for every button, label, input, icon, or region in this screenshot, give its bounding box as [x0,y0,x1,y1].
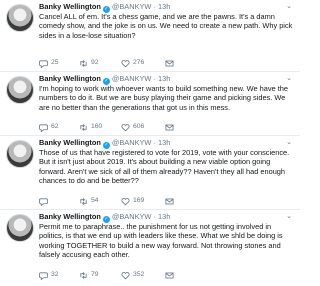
tweet-text: Cancel ALL of em. It's a chess game, and… [39,12,293,40]
tweet-actions: 32 79 352 [39,270,239,280]
author-handle[interactable]: @BANKYW [112,212,152,221]
separator-dot: · [151,212,158,221]
message-button[interactable] [165,270,177,280]
heart-icon [121,197,130,205]
message-button[interactable] [165,196,177,206]
retweet-button[interactable]: 160 [79,122,102,132]
tweet-text: Permit me to paraphrase.. the punishment… [39,222,283,259]
author-name[interactable]: Banky Wellington [39,212,101,221]
message-button[interactable] [165,58,177,68]
like-button[interactable]: 169 [121,196,144,206]
tweet[interactable]: Banky Wellington ✓ @BANKYW · 13h ⌄ Those o… [0,136,300,210]
retweet-count: 160 [91,123,103,130]
retweet-button[interactable]: 79 [79,270,99,280]
retweet-icon [80,197,87,205]
verified-badge-icon: ✓ [102,142,110,149]
tweet-body: Banky Wellington ✓ @BANKYW · 13h ⌄ Cancel … [39,2,294,40]
retweet-count: 79 [91,271,99,278]
like-button[interactable]: 276 [121,58,144,68]
like-button[interactable]: 352 [121,270,144,280]
tweet-timestamp[interactable]: 13h [158,212,170,221]
tweet-body: Banky Wellington ✓ @BANKYW · 13h ⌄ Those o… [39,138,294,185]
tweet-header: Banky Wellington ✓ @BANKYW · 13h ⌄ [39,212,294,223]
tweet-feed: Banky Wellington ✓ @BANKYW · 13h ⌄ Cancel … [0,0,300,286]
avatar[interactable] [6,214,34,242]
envelope-icon [165,198,174,204]
reply-count: 25 [51,59,59,66]
author-handle[interactable]: @BANKYW [112,74,152,83]
separator-dot: · [151,2,158,11]
tweet-header: Banky Wellington ✓ @BANKYW · 13h ⌄ [39,2,294,13]
reply-button[interactable]: 25 [39,58,59,68]
like-count: 606 [133,123,145,130]
author-name[interactable]: Banky Wellington [39,138,101,147]
envelope-icon [165,272,174,278]
heart-icon [121,59,130,67]
like-count: 169 [133,197,145,204]
verified-badge-icon: ✓ [102,216,110,223]
author-handle[interactable]: @BANKYW [112,138,152,147]
author-name[interactable]: Banky Wellington [39,2,101,11]
chevron-down-icon[interactable]: ⌄ [284,74,294,84]
like-button[interactable]: 606 [121,122,144,132]
avatar[interactable] [6,140,34,168]
tweet-body: Banky Wellington ✓ @BANKYW · 13h ⌄ Permit … [39,212,294,259]
author-handle[interactable]: @BANKYW [112,2,152,11]
like-count: 352 [133,271,145,278]
reply-button[interactable]: 32 [39,270,59,280]
separator-dot: · [151,74,158,83]
tweet[interactable]: Banky Wellington ✓ @BANKYW · 13h ⌄ Cancel … [0,0,300,72]
author-name[interactable]: Banky Wellington [39,74,101,83]
envelope-icon [165,60,174,66]
tweet[interactable]: Banky Wellington ✓ @BANKYW · 13h ⌄ I'm hop… [0,72,300,136]
reply-button[interactable]: 62 [39,122,59,132]
verified-badge-icon: ✓ [102,6,110,13]
retweet-icon [80,59,87,67]
retweet-icon [80,123,87,131]
chevron-down-icon[interactable]: ⌄ [284,2,294,12]
reply-count: 32 [51,271,59,278]
tweet[interactable]: Banky Wellington ✓ @BANKYW · 13h ⌄ Permit … [0,210,300,286]
tweet-timestamp[interactable]: 13h [158,2,170,11]
tweet-actions: 54 169 [39,196,239,206]
verified-badge-icon: ✓ [102,78,110,85]
tweet-header: Banky Wellington ✓ @BANKYW · 13h ⌄ [39,138,294,149]
retweet-count: 54 [91,197,99,204]
retweet-button[interactable]: 92 [79,58,99,68]
heart-icon [121,123,130,131]
chevron-down-icon[interactable]: ⌄ [284,138,294,148]
retweet-icon [80,271,87,279]
chevron-down-icon[interactable]: ⌄ [284,212,294,222]
tweet-actions: 25 92 276 [39,58,239,68]
like-count: 276 [133,59,145,66]
tweet-timestamp[interactable]: 13h [158,74,170,83]
tweet-timestamp[interactable]: 13h [158,138,170,147]
tweet-text: I'm hoping to work with whoever wants to… [39,84,288,112]
envelope-icon [165,124,174,130]
reply-icon [39,59,48,68]
tweet-actions: 62 160 606 [39,122,239,132]
tweet-text: Those of us that have registered to vote… [39,148,290,185]
tweet-header: Banky Wellington ✓ @BANKYW · 13h ⌄ [39,74,294,85]
avatar[interactable] [6,4,34,32]
heart-icon [121,271,130,279]
retweet-count: 92 [91,59,99,66]
reply-button[interactable] [39,196,51,206]
separator-dot: · [151,138,158,147]
reply-count: 62 [51,123,59,130]
reply-icon [39,197,48,206]
avatar[interactable] [6,76,34,104]
reply-icon [39,271,48,280]
message-button[interactable] [165,122,177,132]
tweet-body: Banky Wellington ✓ @BANKYW · 13h ⌄ I'm hop… [39,74,294,112]
retweet-button[interactable]: 54 [79,196,99,206]
reply-icon [39,123,48,132]
